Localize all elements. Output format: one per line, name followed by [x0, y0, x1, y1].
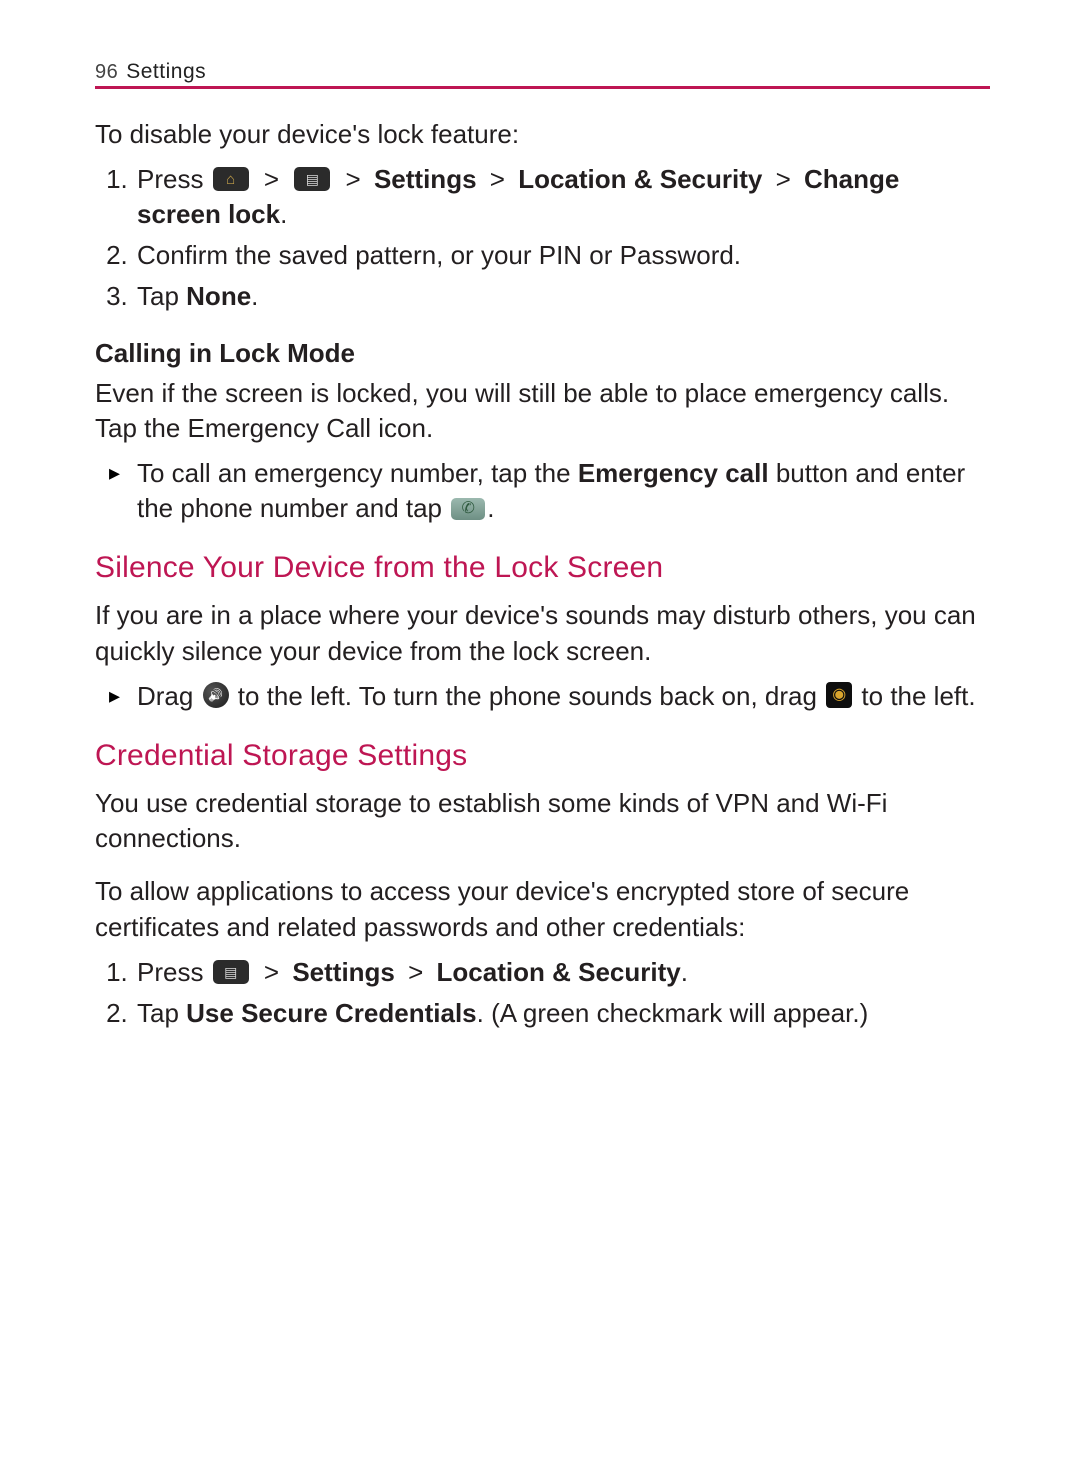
silence-para: If you are in a place where your device'…: [95, 598, 990, 668]
disable-lock-steps: Press > > Settings > Location & Security…: [95, 162, 990, 314]
sound-on-icon: [203, 682, 229, 708]
disable-lock-intro: To disable your device's lock feature:: [95, 117, 990, 152]
credential-para: You use credential storage to establish …: [95, 786, 990, 856]
credential-steps: Press > Settings > Location & Security. …: [95, 955, 990, 1031]
list-item: Press > Settings > Location & Security.: [135, 955, 990, 990]
list-item: Drag to the left. To turn the phone soun…: [135, 679, 990, 714]
menu-icon: [213, 960, 249, 984]
page-number: 96: [95, 61, 118, 84]
calling-lock-list: To call an emergency number, tap the Eme…: [95, 456, 990, 526]
sound-off-icon: [826, 682, 852, 708]
silence-list: Drag to the left. To turn the phone soun…: [95, 679, 990, 714]
list-item: Tap None.: [135, 279, 990, 314]
list-item: Tap Use Secure Credentials. (A green che…: [135, 996, 990, 1031]
running-header: 96 Settings: [95, 60, 990, 89]
credential-heading: Credential Storage Settings: [95, 736, 990, 777]
list-item: Press > > Settings > Location & Security…: [135, 162, 990, 232]
menu-icon: [294, 167, 330, 191]
section-title: Settings: [126, 60, 206, 84]
list-item: To call an emergency number, tap the Eme…: [135, 456, 990, 526]
calling-lock-heading: Calling in Lock Mode: [95, 336, 990, 371]
list-item: Confirm the saved pattern, or your PIN o…: [135, 238, 990, 273]
home-icon: [213, 167, 249, 191]
silence-heading: Silence Your Device from the Lock Screen: [95, 548, 990, 589]
calling-lock-para: Even if the screen is locked, you will s…: [95, 376, 990, 446]
credential-intro: To allow applications to access your dev…: [95, 874, 990, 944]
call-icon: [451, 498, 485, 520]
